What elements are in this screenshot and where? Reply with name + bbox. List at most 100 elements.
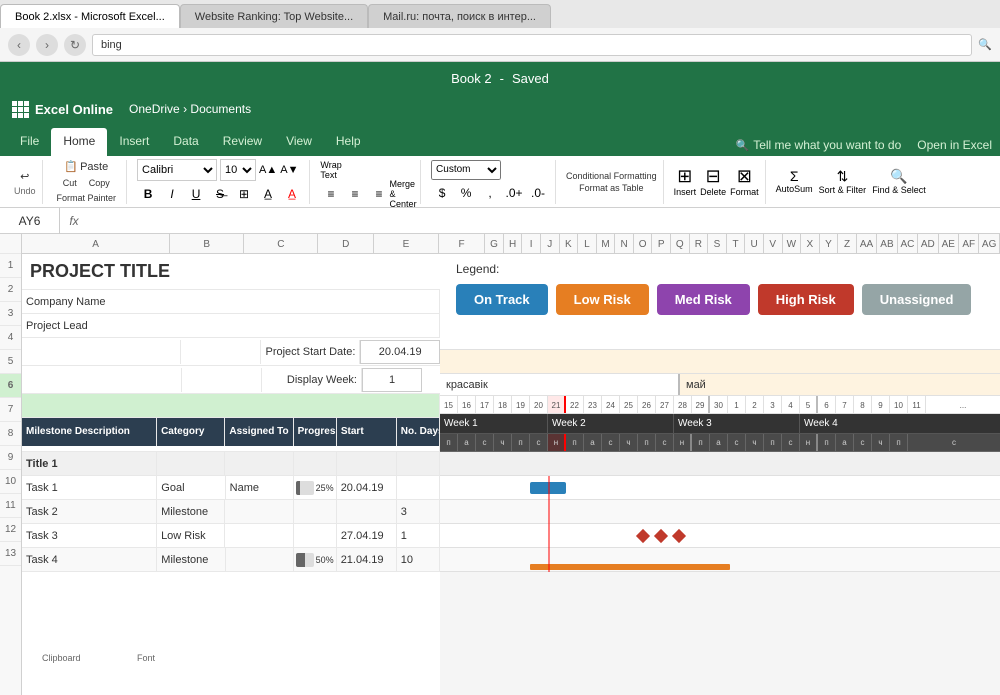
excel-title-bar: Book 2 - Saved [0,62,1000,94]
fill-color-button[interactable]: A̲ [257,183,279,205]
forward-button[interactable]: › [36,34,58,56]
legend-unassigned[interactable]: Unassigned [862,284,972,315]
border-button[interactable]: ⊞ [233,183,255,205]
legend-low-risk[interactable]: Low Risk [556,284,649,315]
increase-font-button[interactable]: A▲ [259,164,277,176]
cell-reference[interactable]: AY6 [0,208,60,234]
legend-title: Legend: [456,262,984,276]
row10-assigned[interactable]: Name [226,476,294,500]
breadcrumb-documents[interactable]: Documents [190,102,251,116]
row13-days[interactable]: 10 [397,548,440,572]
column-headers: A B C D E F G H I J K L M N O P Q R S T … [22,234,1000,254]
format-as-table-button[interactable]: Format as Table [579,183,643,193]
row10-days [397,476,440,500]
right-panel: Legend: On Track Low Risk Med Risk High … [440,254,1000,695]
company-name-cell[interactable]: Company Name [22,290,440,314]
gantt-diamond-1 [636,529,650,543]
highlighted-row [22,394,440,418]
row12-task[interactable]: Task 3 [22,524,157,548]
conditional-formatting-button[interactable]: Conditional Formatting [566,171,657,181]
row12-start[interactable]: 27.04.19 [337,524,397,548]
merge-center-button[interactable]: Merge & Center [392,183,414,205]
format-cells-button[interactable]: ⊠ [737,166,752,187]
row11-task[interactable]: Task 2 [22,500,157,524]
cut-button[interactable]: Cut [59,176,81,190]
refresh-button[interactable]: ↻ [64,34,86,56]
decrease-decimal-button[interactable]: .0- [527,182,549,204]
gantt-data-row [440,548,1000,572]
wrap-text-button[interactable]: Wrap Text [320,159,342,181]
tab-view[interactable]: View [274,128,324,156]
legend-on-track[interactable]: On Track [456,284,548,315]
row12-days[interactable]: 1 [397,524,440,548]
insert-cells-button[interactable]: ⊞ [677,166,692,187]
align-right-button[interactable]: ≡ [368,183,390,205]
row10-start[interactable]: 20.04.19 [337,476,397,500]
row10-task[interactable]: Task 1 [22,476,157,500]
tell-me-input[interactable]: 🔍 Tell me what you want to do [736,138,902,156]
format-painter-button[interactable]: Format Painter [53,191,121,205]
row12-category[interactable]: Low Risk [157,524,225,548]
legend-med-risk[interactable]: Med Risk [657,284,750,315]
decrease-font-button[interactable]: A▼ [280,164,298,176]
tables-group: Conditional Formatting Format as Table [560,160,664,204]
table-row: Title 1 [22,452,440,476]
company-name-row: Company Name [22,290,440,314]
project-title-row: PROJECT TITLE [22,254,440,290]
italic-button[interactable]: I [161,183,183,205]
open-in-excel-button[interactable]: Open in Excel [917,138,992,156]
percent-button[interactable]: % [455,182,477,204]
grid-content: PROJECT TITLE Company Name Project Lead … [22,254,1000,695]
table-row: Task 2 Milestone 3 [22,500,440,524]
currency-button[interactable]: $ [431,182,453,204]
breadcrumb-onedrive[interactable]: OneDrive [129,102,180,116]
tab-insert[interactable]: Insert [107,128,161,156]
legend-high-risk[interactable]: High Risk [758,284,854,315]
cells-group: ⊞ Insert ⊟ Delete ⊠ Format [668,160,766,204]
number-format-select[interactable]: Custom [431,160,501,180]
bold-button[interactable]: B [137,183,159,205]
tab-website[interactable]: Website Ranking: Top Website... [180,4,368,28]
underline-button[interactable]: U [185,183,207,205]
tab-file[interactable]: File [8,128,51,156]
undo-button[interactable]: ↩ [16,168,33,185]
address-bar[interactable]: bing [92,34,972,56]
gantt-weekday-row: п а с ч п с н п а с ч п с н п а с [440,434,1000,452]
display-week-value[interactable]: 1 [362,368,422,392]
find-select-button[interactable]: 🔍 [890,168,907,185]
start-date-value[interactable]: 20.04.19 [360,340,440,364]
delete-cells-button[interactable]: ⊟ [706,166,721,187]
gantt-data-row [440,524,1000,548]
font-color-button[interactable]: A̲ [281,183,303,205]
row13-task[interactable]: Task 4 [22,548,157,572]
align-left-button[interactable]: ≡ [320,183,342,205]
copy-button[interactable]: Copy [85,176,114,190]
row10-category[interactable]: Goal [157,476,225,500]
row11-days[interactable]: 3 [397,500,440,524]
start-date-row: Project Start Date: 20.04.19 [22,338,440,366]
tab-help[interactable]: Help [324,128,373,156]
tab-review[interactable]: Review [211,128,274,156]
back-button[interactable]: ‹ [8,34,30,56]
align-center-button[interactable]: ≡ [344,183,366,205]
autosum-button[interactable]: Σ [790,168,799,184]
waffle-icon[interactable] [12,101,29,118]
tab-home[interactable]: Home [51,128,107,156]
row11-category[interactable]: Milestone [157,500,225,524]
sort-filter-button[interactable]: ⇅ [837,168,849,185]
font-family-select[interactable]: Calibri [137,159,217,181]
comma-button[interactable]: , [479,182,501,204]
row13-start[interactable]: 21.04.19 [337,548,397,572]
tab-data[interactable]: Data [161,128,210,156]
increase-decimal-button[interactable]: .0+ [503,182,525,204]
tab-excel[interactable]: Book 2.xlsx - Microsoft Excel... [0,4,180,28]
strikethrough-button[interactable]: S̶ [209,183,231,205]
project-lead-cell[interactable]: Project Lead [22,314,440,338]
tab-mail[interactable]: Mail.ru: почта, поиск в интер... [368,4,551,28]
month-krasavik: красавік [440,374,680,395]
row11-progress [294,500,337,524]
font-size-select[interactable]: 10 [220,159,256,181]
row9-col1[interactable]: Title 1 [22,452,157,476]
paste-button[interactable]: 📋 Paste [60,158,112,175]
row13-category[interactable]: Milestone [157,548,225,572]
